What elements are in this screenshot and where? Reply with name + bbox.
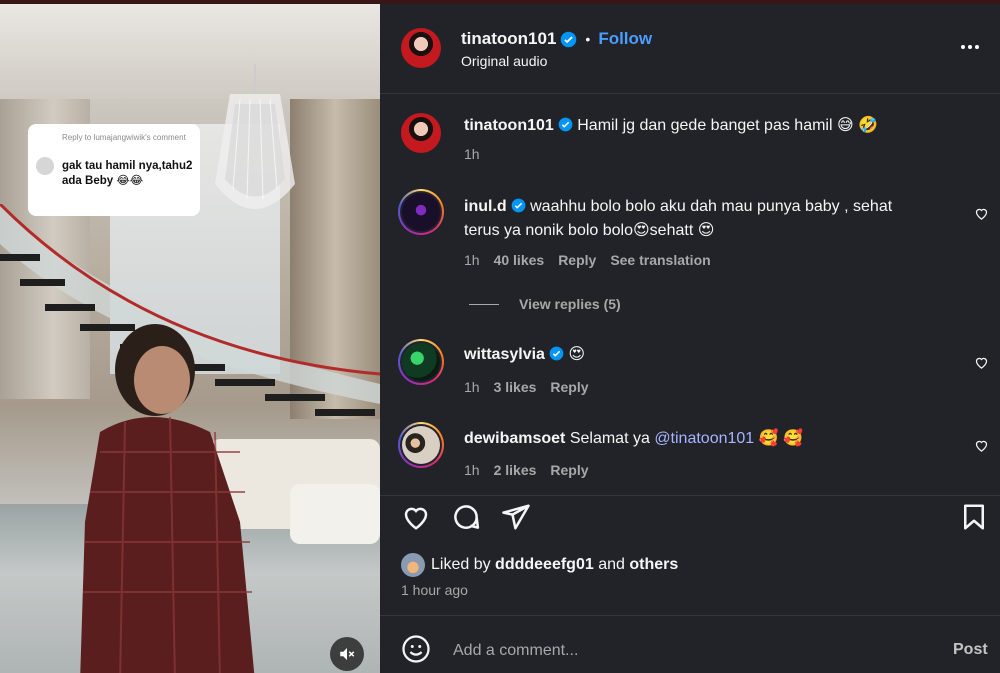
see-translation-button[interactable]: See translation [610,252,710,268]
comment-likes[interactable]: 40 likes [494,252,545,268]
emoji-picker-icon[interactable] [401,634,431,664]
comment-body: dewibamsoet Selamat ya @tinatoon101 🥰 🥰 [464,427,803,451]
view-replies-line [469,304,499,305]
story-ring [398,339,444,385]
comment-text: 😍 [568,346,586,363]
more-dot-icon [961,45,965,49]
post-time: 1 hour ago [401,582,468,598]
comment-time: 1h [464,252,480,268]
comment-avatar[interactable] [402,343,440,381]
heart-icon[interactable] [401,502,431,532]
more-dot-icon [968,45,972,49]
mention-link[interactable]: @tinatoon101 [654,430,754,447]
smiling-hearts-emoji: 🥰 [783,430,803,447]
comment-likes[interactable]: 3 likes [494,379,537,395]
follow-button[interactable]: Follow [598,29,652,49]
author-username[interactable]: tinatoon101 [461,29,556,49]
video-player[interactable]: Reply to lumajangwiwik's comment gak tau… [0,4,380,673]
verified-badge-icon [561,31,577,47]
liked-by-and: and [598,556,625,573]
reply-sticker-header: Reply to lumajangwiwik's comment [62,133,186,142]
liker-avatar[interactable] [401,553,425,577]
audio-label[interactable]: Original audio [461,53,547,69]
more-options-button[interactable] [961,45,979,49]
comment-time: 1h [464,462,480,478]
caption-text: Hamil jg dan gede banget pas hamil [577,117,833,134]
reply-sticker-avatar [36,157,54,175]
comment-username[interactable]: dewibamsoet [464,430,565,447]
liker-username[interactable]: ddddeeefg01 [495,556,594,573]
sweat-smile-emoji: 😅 [836,117,854,134]
chandelier-graphic [215,64,295,209]
reply-button[interactable]: Reply [558,252,596,268]
header-divider [380,93,1000,94]
caption-row: tinatoon101 Hamil jg dan gede banget pas… [464,114,878,138]
comment-body: wittasylvia 😍 [464,343,585,367]
comment-meta: 1h 2 likes Reply [464,462,589,478]
verified-badge-icon [511,198,526,213]
video-ceiling [0,4,380,99]
sofa-ottoman-graphic [290,484,380,544]
smiling-hearts-emoji: 🥰 [758,430,779,447]
mute-button[interactable] [330,637,364,671]
comment-text: Selamat ya [569,430,650,447]
verified-badge-icon [549,346,564,361]
comment-avatar[interactable] [401,113,441,153]
story-ring [398,422,444,468]
more-dot-icon [975,45,979,49]
reply-button[interactable]: Reply [550,462,588,478]
comment-avatar[interactable] [402,426,440,464]
others-link[interactable]: others [629,556,678,573]
person-graphic [80,324,255,673]
comment-text-line2: terus ya nonik bolo bolo😍sehatt 😍 [464,222,715,239]
comment-text: waahhu bolo bolo aku dah mau punya baby … [530,198,893,215]
reply-button[interactable]: Reply [550,379,588,395]
comment-meta: 1h 40 likes Reply See translation [464,252,711,268]
share-icon[interactable] [501,502,531,532]
comment-body: inul.d waahhu bolo bolo aku dah mau puny… [464,195,954,243]
muted-speaker-icon [340,648,355,660]
likes-summary: Liked by ddddeeefg01 and others [431,556,678,574]
comment-meta: 1h 3 likes Reply [464,379,589,395]
rofl-emoji: 🤣 [858,117,879,134]
comment-likes[interactable]: 2 likes [494,462,537,478]
view-replies-button[interactable]: View replies (5) [519,296,621,312]
actions-divider [380,495,1000,496]
comment-like-heart-icon[interactable] [974,438,989,453]
bookmark-icon[interactable] [959,502,989,532]
comment-username[interactable]: wittasylvia [464,346,545,363]
liked-by-prefix: Liked by [431,556,491,573]
comment-like-heart-icon[interactable] [974,355,989,370]
post-header-row: tinatoon101 • Follow [461,29,652,49]
story-ring [398,189,444,235]
author-avatar[interactable] [401,28,441,68]
comment-avatar[interactable] [402,193,440,231]
post-comment-button[interactable]: Post [953,641,988,659]
comment-input[interactable] [451,638,915,664]
comment-like-heart-icon[interactable] [974,206,989,221]
composer-divider [380,615,1000,616]
reply-sticker: Reply to lumajangwiwik's comment gak tau… [28,124,200,216]
caption-time: 1h [464,146,480,162]
comment-username[interactable]: tinatoon101 [464,117,554,134]
comment-time: 1h [464,379,480,395]
header-separator: • [585,31,591,47]
comment-icon[interactable] [451,502,481,532]
verified-badge-icon [558,117,573,132]
reply-sticker-text: gak tau hamil nya,tahu2 ada Beby 😂😂 [62,160,193,187]
comment-username[interactable]: inul.d [464,198,507,215]
